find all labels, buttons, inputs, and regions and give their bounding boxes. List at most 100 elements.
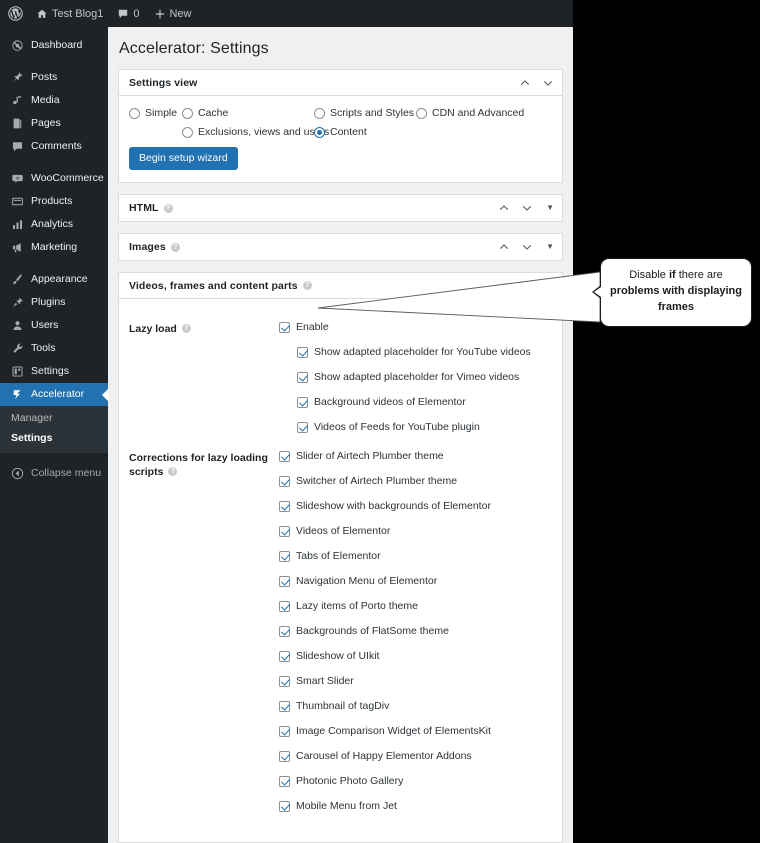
admin-bar-new-content[interactable]: New — [147, 0, 199, 27]
help-icon[interactable] — [170, 242, 180, 252]
sidebar-item-label: Plugins — [31, 296, 66, 309]
checkbox-indicator — [297, 346, 308, 358]
help-icon[interactable] — [168, 467, 178, 477]
radio-option-content[interactable]: Content — [314, 126, 367, 138]
chevron-down-icon[interactable] — [521, 241, 533, 253]
admin-bar-comments[interactable]: 0 — [110, 0, 146, 27]
accelerator-icon — [9, 386, 26, 403]
help-icon[interactable] — [163, 203, 173, 213]
checkbox-elementor-background-videos[interactable]: Background videos of Elementor — [279, 396, 552, 408]
help-icon[interactable] — [302, 281, 312, 290]
checkbox-label: Videos of Elementor — [296, 525, 391, 537]
checkbox-photonic-photo-gallery[interactable]: Photonic Photo Gallery — [279, 775, 552, 787]
callout-tail — [592, 285, 601, 299]
callout-text-part1: Disable — [629, 269, 669, 281]
checkbox-jet-mobile-menu[interactable]: Mobile Menu from Jet — [279, 800, 552, 812]
admin-sidebar: Dashboard Posts Media Pages Comments W W… — [0, 27, 108, 843]
checkbox-elementor-videos[interactable]: Videos of Elementor — [279, 525, 552, 537]
sidebar-item-woocommerce[interactable]: W WooCommerce — [0, 167, 108, 190]
checkbox-elementor-tabs[interactable]: Tabs of Elementor — [279, 550, 552, 562]
checkbox-label: Smart Slider — [296, 675, 354, 687]
checkbox-vimeo-placeholder[interactable]: Show adapted placeholder for Vimeo video… — [279, 371, 552, 383]
collapse-menu-button[interactable]: Collapse menu — [0, 461, 108, 485]
sidebar-item-plugins[interactable]: Plugins — [0, 291, 108, 314]
sidebar-item-media[interactable]: Media — [0, 89, 108, 112]
checkbox-elementskit-image-comparison[interactable]: Image Comparison Widget of ElementsKit — [279, 725, 552, 737]
home-icon — [36, 8, 48, 20]
corrections-controls: Slider of Airtech Plumber theme Switcher… — [279, 450, 552, 812]
checkbox-airtech-switcher[interactable]: Switcher of Airtech Plumber theme — [279, 475, 552, 487]
checkbox-flatsome-backgrounds[interactable]: Backgrounds of FlatSome theme — [279, 625, 552, 637]
chevron-up-icon[interactable] — [498, 280, 510, 292]
checkbox-indicator — [297, 371, 308, 383]
radio-indicator — [129, 107, 140, 119]
radio-option-exclusions-views-users[interactable]: Exclusions, views and users — [182, 126, 329, 138]
chevron-up-icon[interactable] — [498, 202, 510, 214]
checkbox-label: Background videos of Elementor — [314, 396, 466, 408]
settings-view-radio-group: Simple Cache Scripts and Styles CDN and … — [129, 107, 552, 147]
lazy-load-label-cell: Lazy load — [129, 321, 279, 336]
sidebar-item-users[interactable]: Users — [0, 314, 108, 337]
chevron-down-icon[interactable] — [521, 280, 533, 292]
submenu-item-manager[interactable]: Manager — [0, 409, 108, 429]
sidebar-item-label: Marketing — [31, 241, 78, 254]
help-icon[interactable] — [181, 324, 191, 333]
checkbox-indicator — [279, 450, 290, 462]
checkbox-indicator — [279, 550, 290, 562]
sidebar-item-posts[interactable]: Posts — [0, 66, 108, 89]
radio-option-simple[interactable]: Simple — [129, 107, 177, 119]
dashboard-icon — [9, 37, 26, 54]
sidebar-item-analytics[interactable]: Analytics — [0, 213, 108, 236]
sidebar-item-appearance[interactable]: Appearance — [0, 268, 108, 291]
sidebar-item-marketing[interactable]: Marketing — [0, 236, 108, 259]
html-panel-header[interactable]: HTML ▼ — [119, 195, 562, 221]
sidebar-item-tools[interactable]: Tools — [0, 337, 108, 360]
chevron-down-icon[interactable] — [521, 202, 533, 214]
videos-frames-panel-header[interactable]: Videos, frames and content parts ▲ — [119, 273, 562, 299]
html-panel-title: HTML — [129, 202, 159, 214]
admin-bar-wordpress-logo[interactable] — [0, 0, 29, 27]
screenshot-root: Test Blog1 0 New Dashboard Posts Media P… — [0, 0, 760, 843]
begin-setup-wizard-button[interactable]: Begin setup wizard — [129, 147, 238, 170]
admin-bar-new-label: New — [169, 7, 192, 20]
chevron-up-icon[interactable] — [498, 241, 510, 253]
checkbox-uikit-slideshow[interactable]: Slideshow of UIkit — [279, 650, 552, 662]
wordpress-logo-icon — [8, 6, 23, 21]
checkbox-smart-slider[interactable]: Smart Slider — [279, 675, 552, 687]
chevron-up-icon[interactable] — [519, 77, 531, 89]
checkbox-indicator — [279, 525, 290, 537]
toggle-triangle-icon[interactable]: ▼ — [546, 243, 554, 251]
admin-bar-site-label: Test Blog1 — [52, 7, 104, 20]
chevron-down-icon[interactable] — [542, 77, 554, 89]
radio-option-scripts-and-styles[interactable]: Scripts and Styles — [314, 107, 414, 119]
checkbox-lazy-load-enable[interactable]: Enable — [279, 321, 552, 333]
checkbox-label: Show adapted placeholder for Vimeo video… — [314, 371, 520, 383]
sidebar-item-comments[interactable]: Comments — [0, 135, 108, 158]
brush-icon — [9, 271, 26, 288]
sidebar-item-pages[interactable]: Pages — [0, 112, 108, 135]
sidebar-item-accelerator[interactable]: Accelerator — [0, 383, 108, 406]
images-panel-header[interactable]: Images ▼ — [119, 234, 562, 260]
sidebar-item-label: Posts — [31, 71, 58, 84]
sidebar-divider — [0, 259, 108, 268]
admin-bar-site-name[interactable]: Test Blog1 — [29, 0, 110, 27]
sidebar-item-products[interactable]: Products — [0, 190, 108, 213]
checkbox-airtech-slider[interactable]: Slider of Airtech Plumber theme — [279, 450, 552, 462]
sidebar-item-settings[interactable]: Settings — [0, 360, 108, 383]
checkbox-tagdiv-thumbnail[interactable]: Thumbnail of tagDiv — [279, 700, 552, 712]
checkbox-feeds-youtube-plugin[interactable]: Videos of Feeds for YouTube plugin — [279, 421, 552, 433]
radio-option-cache[interactable]: Cache — [182, 107, 228, 119]
sidebar-item-dashboard[interactable]: Dashboard — [0, 34, 108, 57]
checkbox-youtube-placeholder[interactable]: Show adapted placeholder for YouTube vid… — [279, 346, 552, 358]
radio-option-cdn-and-advanced[interactable]: CDN and Advanced — [416, 107, 524, 119]
settings-view-panel-body: Simple Cache Scripts and Styles CDN and … — [119, 96, 562, 182]
submenu-item-settings[interactable]: Settings — [0, 429, 108, 449]
checkbox-happy-elementor-carousel[interactable]: Carousel of Happy Elementor Addons — [279, 750, 552, 762]
toggle-triangle-icon[interactable]: ▼ — [546, 204, 554, 212]
checkbox-elementor-slideshow-backgrounds[interactable]: Slideshow with backgrounds of Elementor — [279, 500, 552, 512]
toggle-triangle-icon[interactable]: ▲ — [546, 281, 554, 290]
radio-label: CDN and Advanced — [432, 107, 525, 119]
checkbox-label: Backgrounds of FlatSome theme — [296, 625, 449, 637]
checkbox-porto-lazy-items[interactable]: Lazy items of Porto theme — [279, 600, 552, 612]
checkbox-elementor-navigation-menu[interactable]: Navigation Menu of Elementor — [279, 575, 552, 587]
